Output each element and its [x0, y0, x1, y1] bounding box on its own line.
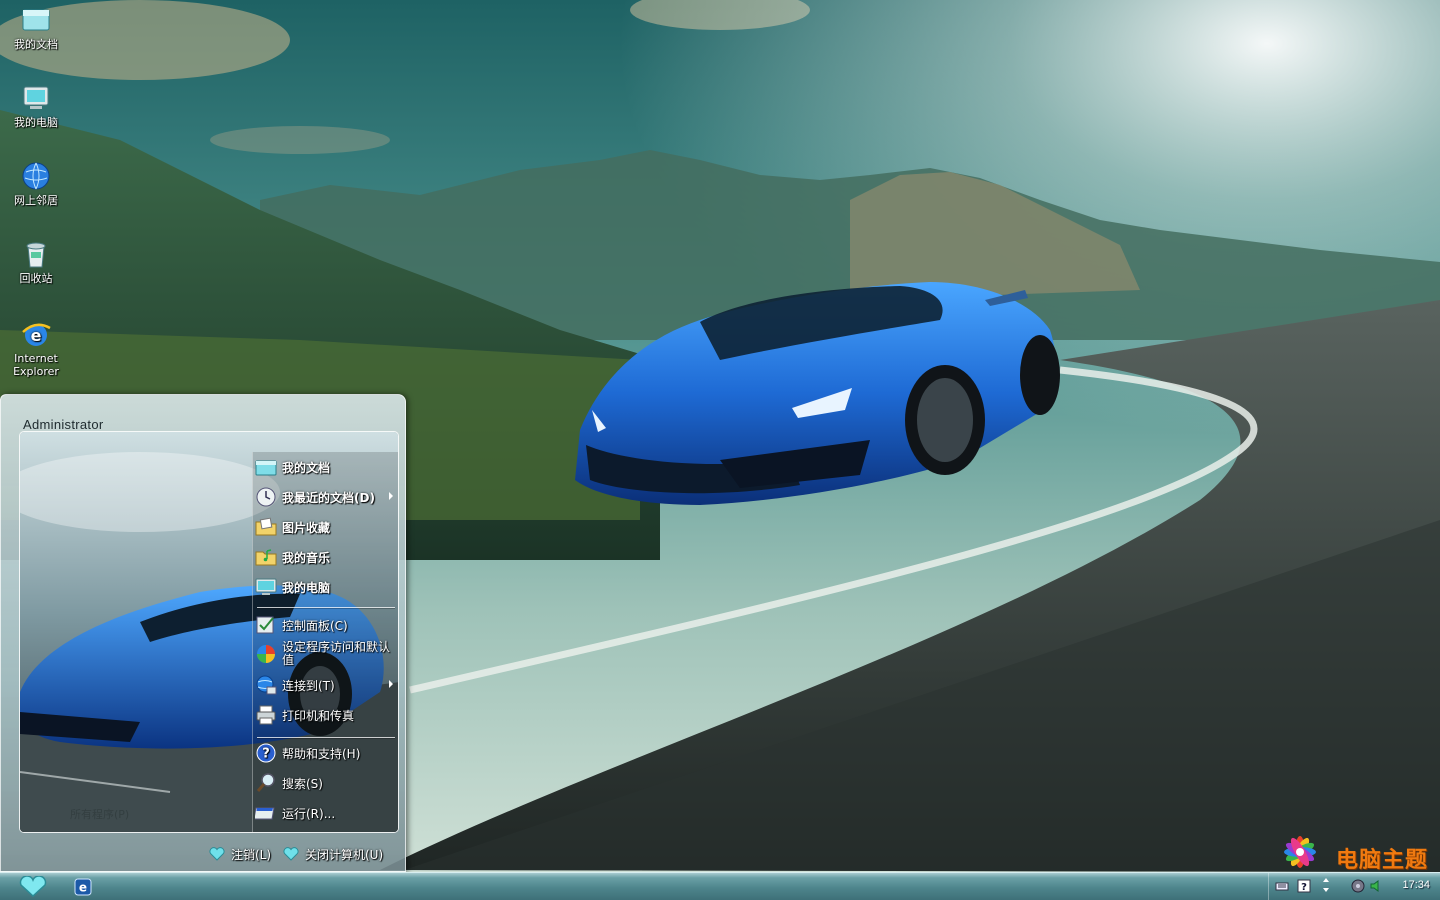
menu-item-connect-to[interactable]: 连接到(T)	[255, 671, 401, 699]
help-tray-icon[interactable]: ?	[1297, 879, 1311, 893]
menu-item-my-pictures[interactable]: 图片收藏	[255, 513, 401, 541]
start-menu-footer: 注销(L) 关闭计算机(U)	[1, 835, 405, 871]
submenu-arrow-icon	[389, 680, 393, 688]
taskbar: e ? 17:34	[0, 872, 1440, 900]
all-programs-label[interactable]: 所有程序(P)	[70, 806, 129, 822]
desktop-icon-network-places[interactable]: 网上邻居	[2, 160, 70, 207]
my-documents-icon	[20, 4, 52, 36]
system-tray: ? 17:34	[1268, 873, 1440, 900]
menu-item-run[interactable]: 运行(R)...	[253, 799, 401, 827]
menu-item-label: 帮助和支持(H)	[282, 746, 361, 761]
menu-item-label: 我的音乐	[282, 550, 331, 565]
desktop-icon-label: 回收站	[19, 272, 53, 285]
menu-separator	[257, 607, 395, 609]
run-icon	[253, 802, 277, 824]
logoff-button[interactable]: 注销(L)	[209, 845, 271, 863]
start-button[interactable]	[16, 875, 50, 898]
help-icon: ?	[255, 742, 277, 764]
svg-text:e: e	[79, 881, 87, 895]
desktop-icon-recycle-bin[interactable]: 回收站	[2, 238, 70, 285]
desktop-icon-label: 网上邻居	[14, 194, 58, 207]
network-tray-icon[interactable]	[1351, 879, 1365, 893]
watermark-text: 电脑主题	[1336, 848, 1429, 873]
recent-docs-icon	[255, 486, 277, 508]
heart-icon	[283, 847, 299, 861]
program-defaults-icon	[255, 643, 277, 665]
control-panel-icon	[255, 614, 277, 636]
quicklaunch-ie-button[interactable]: e	[74, 878, 92, 896]
keyboard-icon[interactable]	[1275, 879, 1289, 893]
computer-icon	[255, 576, 277, 598]
desktop-icon-label: Internet Explorer	[13, 352, 59, 378]
svg-text:?: ?	[1301, 882, 1307, 893]
svg-text:e: e	[31, 326, 42, 345]
printer-icon	[255, 704, 277, 726]
flower-logo-icon	[1284, 836, 1316, 868]
taskbar-clock[interactable]: 17:34	[1402, 879, 1430, 891]
tray-arrows-icon[interactable]	[1319, 877, 1333, 892]
menu-item-label: 打印机和传真	[282, 708, 355, 723]
menu-item-label: 控制面板(C)	[282, 618, 348, 633]
menu-item-program-access-defaults[interactable]: 设定程序访问和默认值	[255, 639, 399, 673]
menu-item-label: 运行(R)...	[282, 806, 336, 821]
shutdown-button[interactable]: 关闭计算机(U)	[283, 845, 383, 863]
desktop-icon-internet-explorer[interactable]: e Internet Explorer	[2, 318, 70, 378]
internet-explorer-icon: e	[74, 878, 92, 896]
pictures-folder-icon	[255, 516, 277, 538]
my-computer-icon	[20, 82, 52, 114]
menu-item-printers-faxes[interactable]: 打印机和传真	[255, 701, 401, 729]
theme-watermark-logo: 电脑主题	[1264, 828, 1440, 873]
volume-tray-icon[interactable]	[1369, 879, 1383, 893]
recycle-bin-icon	[20, 238, 52, 270]
menu-item-label: 我的电脑	[282, 580, 331, 595]
svg-text:?: ?	[262, 747, 270, 762]
desktop-icon-label: 我的文档	[14, 38, 58, 51]
desktop-icon-label: 我的电脑	[14, 116, 58, 129]
menu-item-my-computer[interactable]: 我的电脑	[255, 573, 401, 601]
menu-item-label: 我的文档	[282, 460, 331, 475]
menu-item-search[interactable]: 搜索(S)	[255, 769, 401, 797]
connect-to-icon	[255, 674, 277, 696]
menu-item-label: 连接到(T)	[282, 678, 335, 693]
menu-item-label: 图片收藏	[282, 520, 331, 535]
desktop-icon-my-computer[interactable]: 我的电脑	[2, 82, 70, 129]
menu-item-help-support[interactable]: ? 帮助和支持(H)	[255, 739, 401, 767]
network-places-icon	[20, 160, 52, 192]
folder-docs-icon	[255, 456, 277, 478]
menu-item-my-documents[interactable]: 我的文档	[255, 453, 401, 481]
submenu-arrow-icon	[389, 492, 393, 500]
menu-item-control-panel[interactable]: 控制面板(C)	[255, 611, 401, 639]
logoff-label: 注销(L)	[231, 847, 272, 862]
music-folder-icon	[255, 546, 277, 568]
shutdown-label: 关闭计算机(U)	[305, 847, 384, 862]
menu-item-my-music[interactable]: 我的音乐	[255, 543, 401, 571]
menu-item-label: 我最近的文档(D)	[282, 490, 375, 505]
menu-item-label: 设定程序访问和默认值	[282, 640, 391, 667]
search-icon	[255, 772, 277, 794]
menu-item-label: 搜索(S)	[282, 776, 323, 791]
heart-start-icon	[19, 875, 47, 898]
desktop-icon-my-documents[interactable]: 我的文档	[2, 4, 70, 51]
heart-icon	[209, 847, 225, 861]
start-menu: Administrator 所有程序(P) 我的文档 我最近的文档(D) 图片收…	[0, 394, 406, 872]
start-menu-user-name: Administrator	[23, 417, 104, 432]
internet-explorer-icon: e	[20, 318, 52, 350]
menu-item-recent-documents[interactable]: 我最近的文档(D)	[255, 483, 401, 511]
